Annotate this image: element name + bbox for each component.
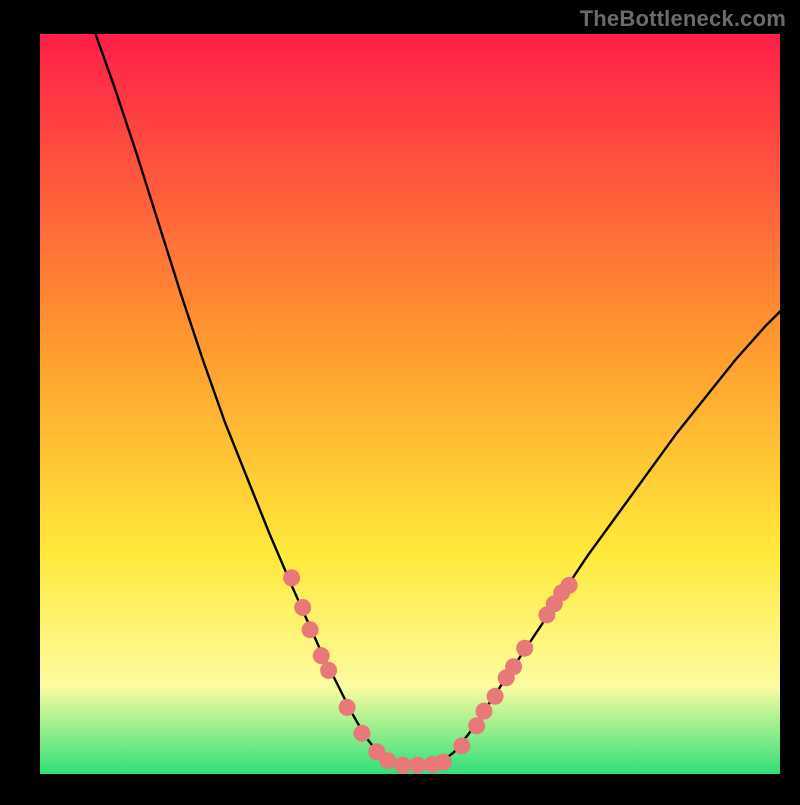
watermark-text: TheBottleneck.com bbox=[580, 6, 786, 32]
highlight-dot bbox=[283, 569, 300, 586]
highlight-dot bbox=[394, 757, 411, 774]
highlight-dot bbox=[453, 737, 470, 754]
highlight-dot bbox=[505, 658, 522, 675]
highlight-dot bbox=[379, 752, 396, 769]
highlight-dot bbox=[353, 725, 370, 742]
chart-frame: { "watermark": "TheBottleneck.com", "col… bbox=[0, 0, 800, 800]
highlight-dot bbox=[339, 699, 356, 716]
highlight-dot bbox=[409, 757, 426, 774]
highlight-dot bbox=[435, 754, 452, 771]
highlight-dot bbox=[313, 647, 330, 664]
highlight-dot bbox=[468, 717, 485, 734]
bottleneck-chart bbox=[0, 0, 800, 800]
highlight-dot bbox=[294, 599, 311, 616]
highlight-dot bbox=[320, 662, 337, 679]
highlight-dot bbox=[487, 688, 504, 705]
highlight-dot bbox=[561, 577, 578, 594]
highlight-dot bbox=[476, 703, 493, 720]
highlight-dot bbox=[516, 640, 533, 657]
plot-background bbox=[40, 34, 780, 774]
highlight-dot bbox=[302, 621, 319, 638]
